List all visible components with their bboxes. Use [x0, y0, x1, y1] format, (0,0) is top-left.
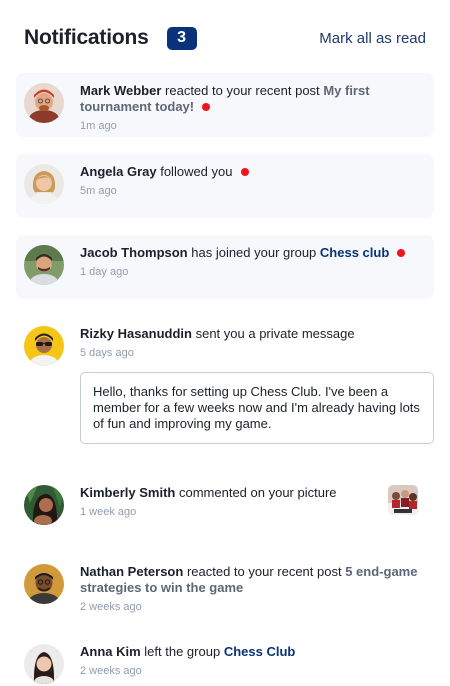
page-title: Notifications [24, 26, 149, 49]
unread-dot-icon [240, 168, 249, 176]
notification-body: Jacob Thompson has joined your group Che… [80, 245, 426, 291]
notification-time: 1 week ago [80, 506, 137, 518]
notification-text: Kimberly Smith commented on your picture [80, 485, 426, 501]
notification-time: 2 weeks ago [80, 665, 142, 677]
mark-all-as-read-button[interactable]: Mark all as read [319, 30, 426, 47]
group-name-link[interactable]: Chess club [320, 245, 389, 260]
notification-item[interactable]: Kimberly Smith commented on your picture… [16, 475, 434, 539]
actor-name-link[interactable]: Anna Kim [80, 644, 141, 659]
notification-text: Mark Webber reacted to your recent post … [80, 83, 426, 115]
group-name-link[interactable]: Chess Club [224, 644, 296, 659]
notification-text: Nathan Peterson reacted to your recent p… [80, 564, 426, 596]
notification-verb: reacted to your recent post [165, 83, 320, 98]
notification-time: 1m ago [80, 120, 117, 132]
notification-body: Mark Webber reacted to your recent post … [80, 83, 426, 132]
notification-item[interactable]: Mark Webber reacted to your recent post … [16, 73, 434, 137]
notification-time: 5 days ago [80, 347, 134, 359]
unread-dot-icon [397, 249, 406, 257]
notification-verb: sent you a private message [195, 326, 355, 341]
notification-time: 1 day ago [80, 266, 129, 278]
notification-item[interactable]: Rizky Hasanuddin sent you a private mess… [16, 316, 434, 466]
avatar-anna-kim-icon[interactable] [24, 644, 64, 684]
avatar-nathan-peterson-icon[interactable] [24, 564, 64, 604]
avatar-mark-webber-icon[interactable] [24, 83, 64, 123]
avatar-rizky-hasanuddin-icon[interactable] [24, 326, 64, 366]
notification-body: Anna Kim left the group Chess Club 2 wee… [80, 644, 426, 678]
actor-name-link[interactable]: Kimberly Smith [80, 485, 175, 500]
avatar-kimberly-smith-icon[interactable] [24, 485, 64, 525]
notification-body: Rizky Hasanuddin sent you a private mess… [80, 326, 434, 458]
notification-item[interactable]: Anna Kim left the group Chess Club 2 wee… [16, 634, 434, 686]
notifications-page: Notifications 3 Mark all as read Mark We… [0, 0, 450, 686]
notification-body: Kimberly Smith commented on your picture… [80, 485, 426, 531]
notification-text: Anna Kim left the group Chess Club [80, 644, 426, 660]
notification-verb: commented on your picture [178, 485, 337, 500]
chess-picture-thumbnail-icon[interactable] [388, 485, 418, 515]
actor-name-link[interactable]: Rizky Hasanuddin [80, 326, 192, 341]
notification-text: Angela Gray followed you [80, 164, 426, 180]
notification-verb: has joined your group [191, 245, 317, 260]
unread-count-badge: 3 [166, 26, 197, 50]
notification-body: Angela Gray followed you 5m ago [80, 164, 426, 210]
unread-dot-icon [202, 103, 211, 111]
avatar-jacob-thompson-icon[interactable] [24, 245, 64, 285]
notification-verb: followed you [160, 164, 233, 179]
notification-text: Jacob Thompson has joined your group Che… [80, 245, 426, 261]
notification-time: 5m ago [80, 185, 117, 197]
notifications-header: Notifications 3 Mark all as read [24, 24, 426, 52]
notification-item[interactable]: Nathan Peterson reacted to your recent p… [16, 554, 434, 618]
actor-name-link[interactable]: Nathan Peterson [80, 564, 183, 579]
notification-verb: left the group [144, 644, 221, 659]
private-message-box[interactable]: Hello, thanks for setting up Chess Club.… [80, 372, 434, 444]
notification-item[interactable]: Jacob Thompson has joined your group Che… [16, 235, 434, 299]
notification-item[interactable]: Angela Gray followed you 5m ago [16, 154, 434, 218]
actor-name-link[interactable]: Mark Webber [80, 83, 161, 98]
actor-name-link[interactable]: Angela Gray [80, 164, 157, 179]
notification-time: 2 weeks ago [80, 601, 142, 613]
notification-body: Nathan Peterson reacted to your recent p… [80, 564, 426, 613]
actor-name-link[interactable]: Jacob Thompson [80, 245, 188, 260]
avatar-angela-gray-icon[interactable] [24, 164, 64, 204]
header-title-group: Notifications 3 [24, 26, 197, 50]
notification-text: Rizky Hasanuddin sent you a private mess… [80, 326, 426, 342]
notification-verb: reacted to your recent post [186, 564, 342, 579]
